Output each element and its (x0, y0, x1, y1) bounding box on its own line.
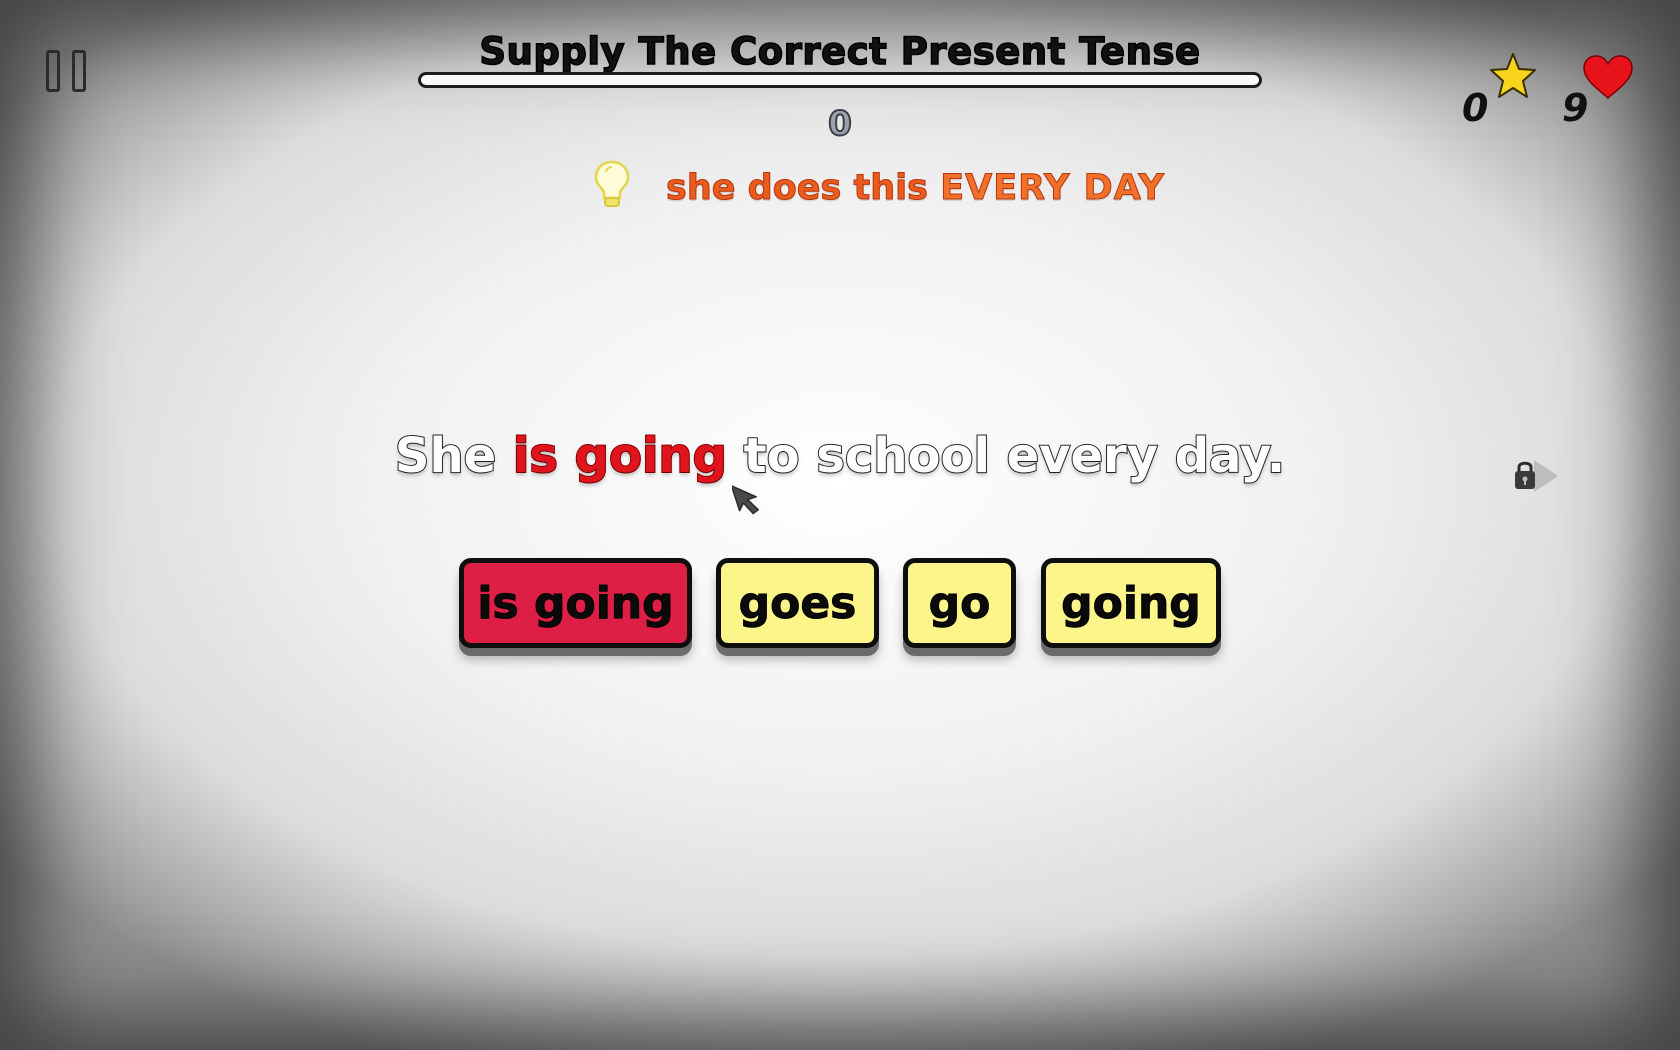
sentence-after: to school every day. (726, 427, 1286, 485)
choice-button-goes[interactable]: goes (716, 558, 879, 648)
heart-icon (1583, 55, 1633, 100)
choice-label: going (1061, 577, 1202, 629)
level-progress-bar (418, 72, 1262, 88)
choice-button-go[interactable]: go (903, 558, 1016, 648)
hint-text: she does this EVERY DAY (665, 168, 1165, 209)
choice-label: go (928, 577, 991, 629)
choice-label: goes (738, 577, 857, 629)
lightbulb-icon[interactable] (594, 160, 630, 210)
star-icon (1490, 53, 1536, 98)
level-title: Supply The Correct Present Tense (479, 29, 1201, 74)
sentence-before: She (394, 427, 513, 485)
question-sentence: She is going to school every day. (0, 427, 1680, 485)
hint-text-part1: she does this (665, 168, 941, 209)
lock-icon (1515, 461, 1535, 489)
vignette-overlay (0, 0, 1680, 1050)
locked-next-button[interactable] (1512, 456, 1562, 496)
stars-count: 0 (1462, 86, 1489, 130)
choice-button-going[interactable]: going (1041, 558, 1221, 648)
sentence-answer: is going (512, 427, 728, 485)
choice-button-is-going[interactable]: is going (459, 558, 692, 648)
choice-label: is going (477, 577, 674, 629)
score-counter: 0 (827, 103, 853, 145)
hint-text-emphasis: EVERY DAY (940, 168, 1165, 209)
mouse-cursor-icon (732, 485, 759, 515)
